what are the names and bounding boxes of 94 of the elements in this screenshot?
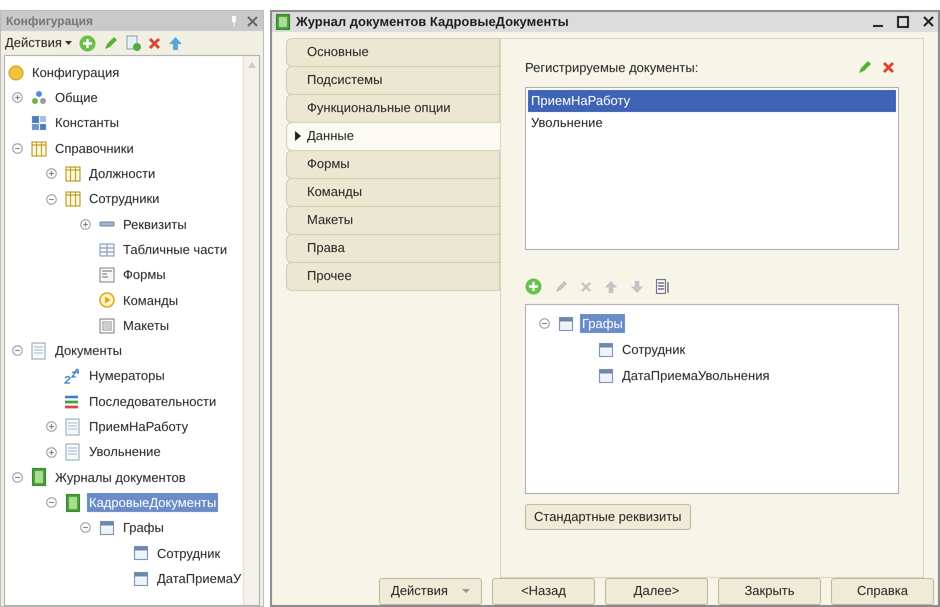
column-icon [559, 316, 573, 330]
tree-item[interactable]: Табличные части [121, 240, 230, 260]
dialog-button[interactable]: <Назад [492, 578, 595, 604]
tree-item[interactable]: Последовательности [87, 392, 218, 412]
table-icon [65, 191, 81, 208]
document-icon [65, 418, 81, 436]
tree-item[interactable]: ПриемНаРаботу [87, 417, 190, 437]
dialog-button[interactable]: Действия [379, 578, 482, 604]
column-icon [134, 546, 148, 560]
table-icon [31, 140, 47, 157]
circle-icon [8, 64, 24, 81]
numbers-icon [64, 368, 82, 384]
tree-item[interactable]: Константы [53, 113, 121, 133]
journal-icon [66, 494, 80, 512]
pencil-icon[interactable] [857, 60, 872, 75]
tree-item[interactable]: Сотрудники [87, 189, 162, 209]
sort-list-icon[interactable] [656, 278, 670, 294]
tab[interactable]: Данные [286, 122, 500, 150]
document-add-icon[interactable] [124, 35, 141, 51]
registered-label: Регистрируемые документы: [525, 58, 700, 77]
tab[interactable]: Права [286, 234, 500, 262]
collapse-icon[interactable] [46, 497, 56, 508]
tree-item[interactable]: Реквизиты [121, 214, 189, 234]
tree-item[interactable]: Макеты [121, 316, 172, 336]
collapse-icon[interactable] [538, 318, 550, 329]
tree-item[interactable]: Должности [87, 164, 158, 184]
scrollbar[interactable] [243, 56, 259, 605]
column-icon [599, 368, 613, 382]
column-icon [100, 520, 114, 535]
expand-icon[interactable] [80, 218, 90, 230]
collapse-icon[interactable] [12, 345, 22, 356]
form-icon [99, 267, 115, 284]
close-icon[interactable] [923, 16, 934, 28]
collapse-icon[interactable] [12, 143, 22, 154]
collapse-icon[interactable] [12, 472, 22, 483]
circles-icon [31, 90, 47, 106]
expand-icon[interactable] [46, 446, 56, 458]
tree-item[interactable]: Сотрудник [620, 340, 688, 360]
tab[interactable]: Команды [286, 178, 500, 206]
tab[interactable]: Макеты [286, 206, 500, 234]
caret-icon [64, 41, 72, 45]
tree-item[interactable]: Увольнение [87, 442, 163, 462]
list-item[interactable]: Увольнение [528, 112, 896, 134]
tree-item[interactable]: Общие [53, 88, 100, 108]
document-icon [65, 443, 81, 462]
dialog-button[interactable]: Закрыть [718, 578, 821, 604]
delete-icon[interactable] [882, 61, 895, 74]
collapse-icon[interactable] [46, 194, 56, 205]
tree-item[interactable]: Формы [121, 265, 168, 285]
play-icon [99, 292, 115, 308]
collapse-icon[interactable] [80, 522, 90, 534]
tab[interactable]: Прочее [286, 262, 500, 290]
tree-item[interactable]: ДатаПриемаУ [155, 568, 244, 588]
tab[interactable]: Основные [286, 38, 500, 66]
dialog-button[interactable]: Далее> [605, 578, 708, 604]
document-icon [31, 342, 47, 360]
expand-icon[interactable] [12, 92, 22, 104]
delete-icon[interactable] [148, 36, 161, 50]
tab[interactable]: Функциональные опции [286, 94, 500, 122]
dialog-button[interactable]: Справка [831, 578, 934, 604]
tree-item[interactable]: ДатаПриемаУвольнения [620, 366, 772, 386]
column-icon [599, 342, 613, 356]
tab[interactable]: Подсистемы [286, 66, 500, 94]
add-icon[interactable] [525, 278, 542, 295]
standard-attributes-button[interactable]: Стандартные реквизиты [525, 504, 691, 530]
expand-icon[interactable] [46, 168, 56, 180]
maximize-icon[interactable] [897, 16, 909, 28]
tree-item[interactable]: Справочники [53, 138, 136, 158]
tree-item[interactable]: Документы [53, 341, 124, 361]
pencil-icon[interactable] [102, 36, 118, 50]
blocks-icon [31, 115, 47, 132]
minimize-icon[interactable] [873, 24, 883, 27]
table-icon [65, 166, 81, 182]
tab[interactable]: Формы [286, 150, 500, 178]
grid-icon [99, 242, 115, 258]
journal-icon [276, 14, 290, 30]
selected-marker-icon [295, 131, 301, 141]
caret-icon [462, 589, 470, 593]
list-item[interactable]: ПриемНаРаботу [528, 90, 896, 112]
panel-title: Конфигурация [6, 13, 94, 30]
tree-item[interactable]: Графы [121, 518, 166, 538]
journal-icon [32, 468, 46, 486]
tree-item[interactable]: Журналы документов [53, 468, 188, 488]
tree-item[interactable]: Сотрудник [155, 544, 222, 564]
up-arrow-icon[interactable] [168, 36, 183, 50]
tree-item[interactable]: Команды [121, 290, 180, 310]
tree-item[interactable]: Конфигурация [30, 62, 122, 82]
tree-item[interactable]: Нумераторы [87, 366, 167, 386]
column-icon [134, 572, 148, 586]
expand-icon[interactable] [46, 421, 56, 432]
add-icon[interactable] [78, 34, 96, 52]
window-title: Журнал документов КадровыеДокументы [296, 13, 570, 31]
template-icon [99, 318, 115, 334]
actions-menu[interactable]: Действия [5, 33, 72, 53]
